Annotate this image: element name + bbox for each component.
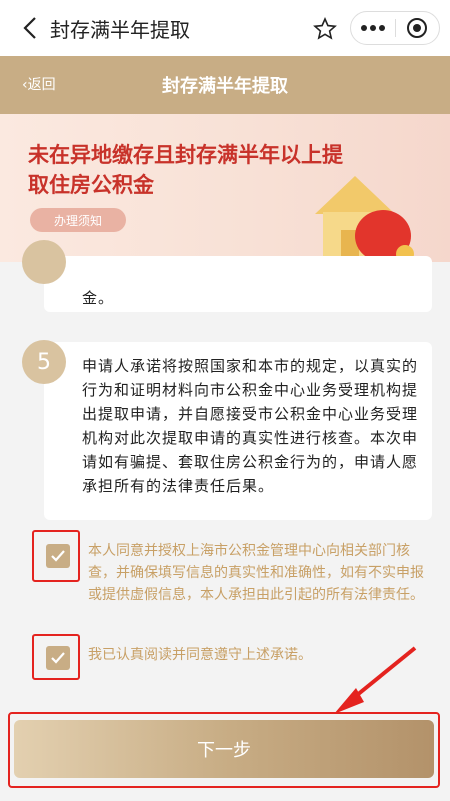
next-button[interactable]: 下一步	[14, 720, 434, 778]
step-number	[22, 240, 66, 284]
page-title: 封存满半年提取	[162, 76, 288, 97]
more-icon[interactable]	[351, 12, 395, 44]
check-icon	[51, 550, 65, 562]
close-target-icon[interactable]	[395, 12, 439, 44]
check-icon	[51, 652, 65, 664]
step-text: 金。	[82, 289, 115, 307]
star-icon[interactable]	[308, 14, 342, 44]
agreement-checkbox[interactable]	[46, 646, 70, 670]
capsule-menu	[350, 11, 440, 45]
banner: 未在异地缴存且封存满半年以上提取住房公积金 办理须知 ¥	[0, 114, 450, 262]
page-header: ‹返回 封存满半年提取	[0, 56, 450, 114]
annotation-arrow	[334, 646, 417, 714]
agreement-checkbox[interactable]	[46, 544, 70, 568]
notice-button[interactable]: 办理须知	[30, 208, 126, 232]
back-chevron-icon[interactable]	[12, 10, 48, 46]
step-number: 5	[22, 340, 66, 384]
content-area: 金。 5 申请人承诺将按照国家和本市的规定，以真实的行为和证明材料向市公积金中心…	[0, 240, 450, 692]
back-link[interactable]: ‹返回	[22, 74, 56, 94]
top-bar-title: 封存满半年提取	[50, 17, 190, 42]
house-coin-illustration	[315, 176, 414, 262]
top-bar: 封存满半年提取	[0, 0, 450, 56]
step-text: 申请人承诺将按照国家和本市的规定，以真实的行为和证明材料向市公积金中心业务受理机…	[82, 357, 419, 495]
agreement-text: 本人同意并授权上海市公积金管理中心向相关部门核查，并确保填写信息的真实性和准确性…	[88, 543, 424, 603]
